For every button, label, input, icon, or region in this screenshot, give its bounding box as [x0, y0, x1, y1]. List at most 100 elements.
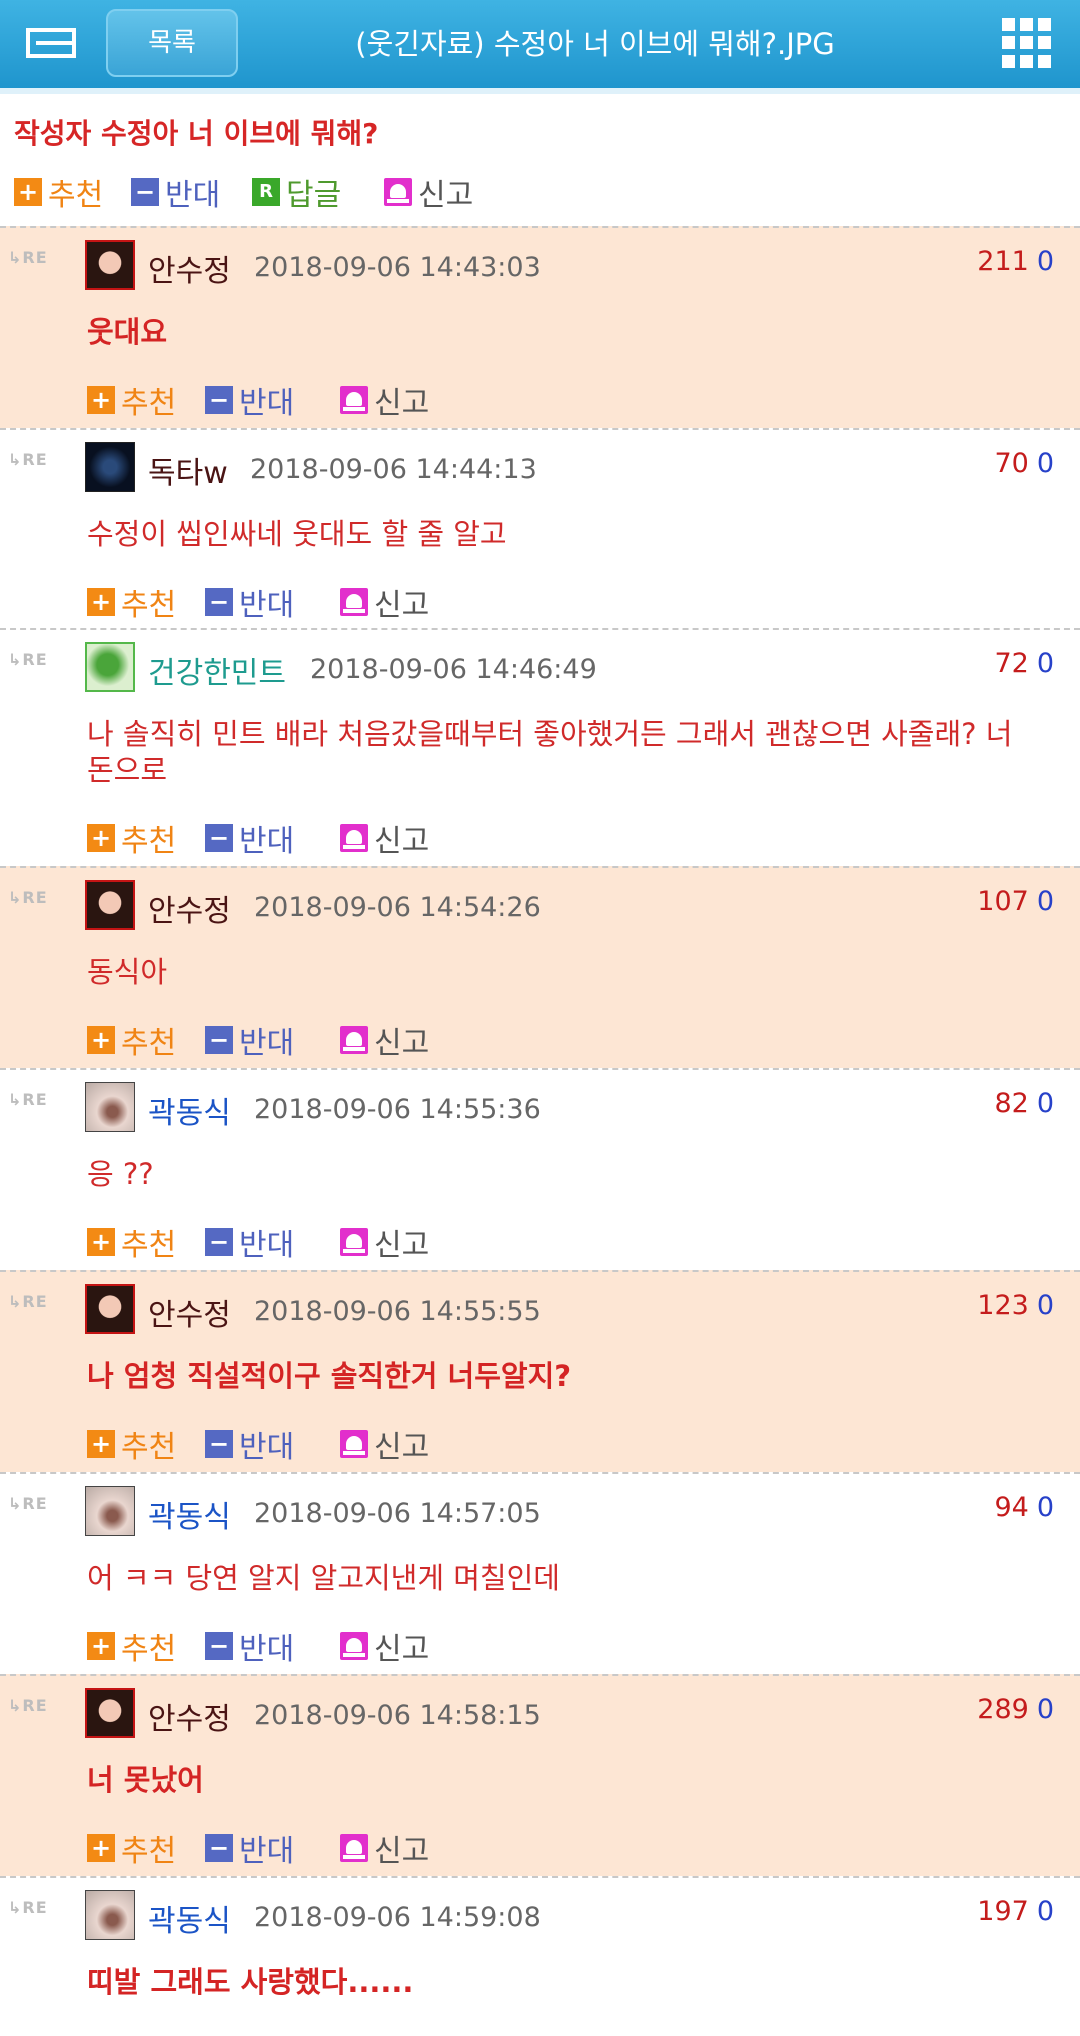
- siren-icon: [340, 1632, 368, 1660]
- comment-text: 어 ㅋㅋ 당연 알지 알고지낸게 며칠인데: [87, 1561, 560, 1595]
- comment-text: 띠발 그래도 사랑했다......: [87, 1965, 414, 1999]
- list-button[interactable]: 목록: [106, 9, 238, 77]
- comment-oppose-button[interactable]: − 반대: [205, 580, 294, 624]
- recommend-button[interactable]: + 추천: [14, 170, 103, 214]
- recommend-count: 123: [977, 1290, 1029, 1321]
- oppose-count: 0: [1036, 1694, 1054, 1725]
- comment-author[interactable]: 독타w: [148, 448, 228, 492]
- siren-icon: [340, 588, 368, 616]
- comment-oppose-button[interactable]: − 반대: [205, 1624, 294, 1668]
- comment-author[interactable]: 안수정: [148, 886, 231, 930]
- comment-oppose-button[interactable]: − 반대: [205, 816, 294, 860]
- minus-icon: −: [205, 1026, 233, 1054]
- recommend-label: 추천: [121, 1026, 177, 1061]
- grid-menu-icon[interactable]: [1002, 18, 1052, 68]
- avatar[interactable]: [85, 240, 135, 290]
- minus-icon: −: [205, 1430, 233, 1458]
- comment-report-button[interactable]: 신고: [340, 1624, 429, 1668]
- comment-report-button[interactable]: 신고: [340, 1422, 429, 1466]
- plus-icon: +: [87, 1430, 115, 1458]
- minus-icon: −: [205, 588, 233, 616]
- recommend-count: 107: [977, 886, 1029, 917]
- comment-report-button[interactable]: 신고: [340, 1220, 429, 1264]
- avatar[interactable]: [85, 1284, 135, 1334]
- comment-oppose-button[interactable]: − 반대: [205, 1018, 294, 1062]
- avatar[interactable]: [85, 1082, 135, 1132]
- comment-recommend-button[interactable]: + 추천: [87, 1826, 176, 1870]
- oppose-label: 반대: [239, 1026, 295, 1061]
- comment-report-button[interactable]: 신고: [340, 1826, 429, 1870]
- vote-counts: 107 0: [977, 886, 1054, 917]
- comment-oppose-button[interactable]: − 반대: [205, 378, 294, 422]
- comment-author[interactable]: 건강한민트: [148, 648, 286, 692]
- oppose-count: 0: [1036, 448, 1054, 479]
- oppose-label: 반대: [239, 1834, 295, 1869]
- comment-time: 2018-09-06 14:54:26: [254, 892, 541, 923]
- oppose-count: 0: [1036, 1896, 1054, 1927]
- comment-author[interactable]: 안수정: [148, 246, 231, 290]
- reply-arrow-icon: ↳RE: [8, 650, 48, 669]
- report-label: 신고: [374, 1228, 430, 1263]
- comment-author[interactable]: 곽동식: [148, 1896, 231, 1940]
- reply-arrow-icon: ↳RE: [8, 1292, 48, 1311]
- avatar[interactable]: [85, 442, 135, 492]
- siren-icon: [340, 1026, 368, 1054]
- vote-counts: 289 0: [977, 1694, 1054, 1725]
- comment-recommend-button[interactable]: + 추천: [87, 816, 176, 860]
- recommend-label: 추천: [121, 1430, 177, 1465]
- comment-text: 동식아: [87, 955, 168, 989]
- comment-oppose-button[interactable]: − 반대: [205, 1220, 294, 1264]
- comment-report-button[interactable]: 신고: [340, 378, 429, 422]
- plus-icon: +: [87, 1632, 115, 1660]
- oppose-label: 반대: [239, 588, 295, 623]
- recommend-count: 70: [994, 448, 1029, 479]
- vote-counts: 197 0: [977, 1896, 1054, 1927]
- comment-recommend-button[interactable]: + 추천: [87, 1018, 176, 1062]
- avatar[interactable]: [85, 1486, 135, 1536]
- recommend-count: 289: [977, 1694, 1029, 1725]
- comment-author[interactable]: 안수정: [148, 1290, 231, 1334]
- comment-report-button[interactable]: 신고: [340, 1018, 429, 1062]
- comment-author[interactable]: 안수정: [148, 1694, 231, 1738]
- recommend-label: 추천: [121, 386, 177, 421]
- oppose-button[interactable]: − 반대: [131, 170, 220, 214]
- comment-time: 2018-09-06 14:46:49: [310, 654, 597, 685]
- minus-icon: −: [205, 386, 233, 414]
- report-label: 신고: [374, 1026, 430, 1061]
- comment-oppose-button[interactable]: − 반대: [205, 1826, 294, 1870]
- post-title: 작성자 수정아 너 이브에 뭐해?: [14, 117, 379, 150]
- recommend-count: 82: [994, 1088, 1029, 1119]
- comment-recommend-button[interactable]: + 추천: [87, 580, 176, 624]
- comment-author[interactable]: 곽동식: [148, 1492, 231, 1536]
- avatar[interactable]: [85, 642, 135, 692]
- comment-text: 나 솔직히 민트 배라 처음갔을때부터 좋아했거든 그래서 괜찮으면 사줄래? …: [87, 717, 1013, 787]
- plus-icon: +: [87, 386, 115, 414]
- oppose-label: 반대: [239, 1228, 295, 1263]
- comment-report-button[interactable]: 신고: [340, 580, 429, 624]
- comment-oppose-button[interactable]: − 반대: [205, 1422, 294, 1466]
- report-label: 신고: [374, 824, 430, 859]
- comment-recommend-button[interactable]: + 추천: [87, 1624, 176, 1668]
- reply-button[interactable]: R 답글: [252, 170, 341, 214]
- oppose-count: 0: [1036, 886, 1054, 917]
- vote-counts: 123 0: [977, 1290, 1054, 1321]
- avatar[interactable]: [85, 1688, 135, 1738]
- comment-author[interactable]: 곽동식: [148, 1088, 231, 1132]
- avatar[interactable]: [85, 1890, 135, 1940]
- reply-arrow-icon: ↳RE: [8, 1494, 48, 1513]
- minus-icon: −: [205, 1228, 233, 1256]
- report-button[interactable]: 신고: [384, 170, 473, 214]
- comment-report-button[interactable]: 신고: [340, 816, 429, 860]
- plus-icon: +: [87, 588, 115, 616]
- page-title: (웃긴자료) 수정아 너 이브에 뭐해?.JPG: [355, 27, 835, 61]
- comment-recommend-button[interactable]: + 추천: [87, 378, 176, 422]
- siren-icon: [340, 386, 368, 414]
- comment-recommend-button[interactable]: + 추천: [87, 1220, 176, 1264]
- avatar[interactable]: [85, 880, 135, 930]
- menu-icon[interactable]: [26, 28, 78, 58]
- comment-recommend-button[interactable]: + 추천: [87, 1422, 176, 1466]
- oppose-label: 반대: [239, 824, 295, 859]
- reply-label: 답글: [286, 178, 342, 213]
- minus-icon: −: [205, 824, 233, 852]
- reply-arrow-icon: ↳RE: [8, 450, 48, 469]
